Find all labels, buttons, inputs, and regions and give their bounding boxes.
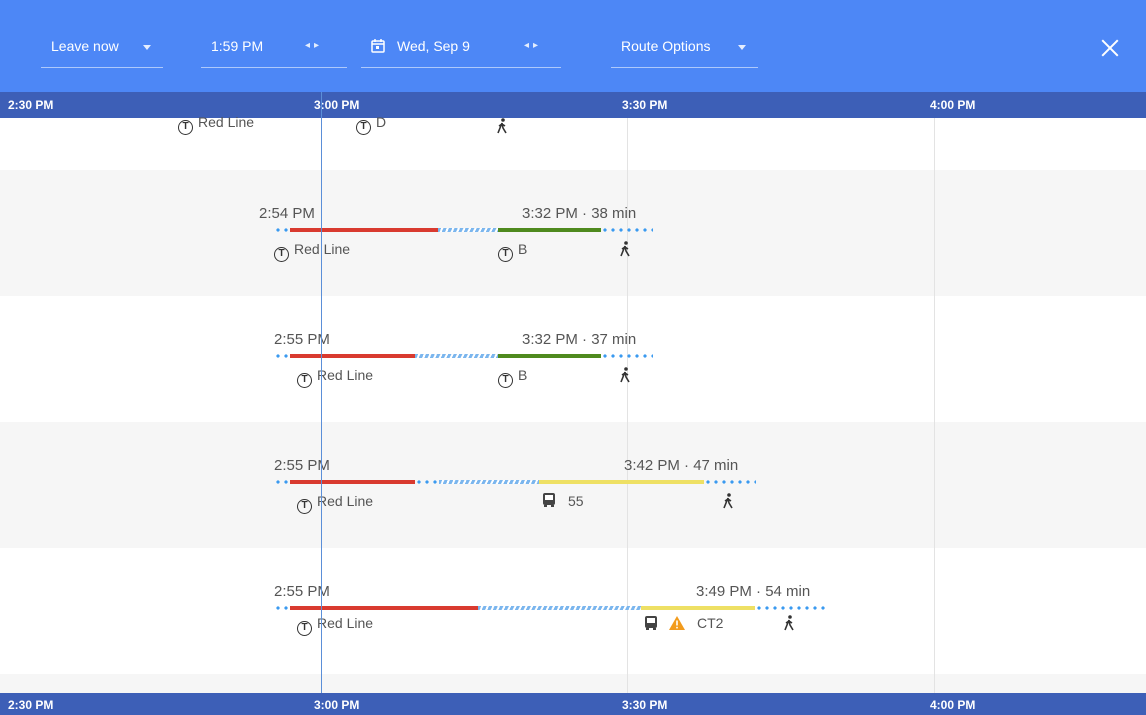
tick-label: 2:30 PM	[8, 98, 54, 112]
time-picker[interactable]: 1:59 PM ◂▸	[201, 34, 347, 68]
line-label: T Red Line	[274, 241, 350, 262]
current-time-line	[321, 92, 322, 715]
arrival-summary: 3:42 PM · 47 min	[624, 457, 739, 474]
walk-icon	[723, 493, 733, 509]
route-row[interactable]	[0, 170, 1146, 296]
tick-label: 2:30 PM	[8, 698, 54, 712]
dropdown-arrow-icon	[143, 45, 151, 50]
bus-icon	[543, 493, 555, 507]
tick-label: 3:30 PM	[622, 98, 668, 112]
date-value: Wed, Sep 9	[397, 38, 470, 54]
date-picker[interactable]: Wed, Sep 9 ◂▸	[361, 34, 561, 68]
red-line-segment	[290, 354, 415, 358]
route-row[interactable]	[0, 118, 1146, 170]
red-line-segment	[290, 228, 438, 232]
route-row[interactable]	[0, 422, 1146, 548]
line-label: T Red Line	[178, 114, 254, 135]
arrival-summary: 3:32 PM · 37 min	[522, 331, 637, 348]
date-prev-next-icon[interactable]: ◂▸	[524, 40, 542, 51]
line-label: T Red Line	[297, 615, 373, 636]
route-row[interactable]	[0, 548, 1146, 674]
top-bar: Leave now 1:59 PM ◂▸ Wed, Sep 9 ◂▸ Route…	[0, 0, 1146, 92]
tick-label: 3:00 PM	[314, 698, 360, 712]
line-label: TB	[498, 241, 527, 262]
route-row[interactable]	[0, 296, 1146, 422]
t-transit-icon: T	[498, 247, 513, 262]
walk-icon	[620, 241, 630, 257]
walk-segment	[274, 606, 290, 610]
walk-icon	[497, 118, 507, 134]
green-line-segment	[498, 354, 601, 358]
time-value: 1:59 PM	[211, 38, 264, 54]
tick-label: 3:30 PM	[622, 698, 668, 712]
transfer-segment	[439, 480, 539, 484]
walk-icon	[784, 615, 794, 631]
line-label: TD	[356, 114, 386, 135]
walk-segment	[704, 480, 756, 484]
time-prev-next-icon[interactable]: ◂▸	[305, 40, 323, 51]
bus-route-label: CT2	[697, 615, 724, 631]
route-row	[0, 674, 1146, 693]
timeline-footer: 2:30 PM 3:00 PM 3:30 PM 4:00 PM	[0, 693, 1146, 715]
transfer-segment	[478, 606, 641, 610]
arrival-summary: 3:32 PM · 38 min	[522, 205, 637, 222]
t-transit-icon: T	[178, 120, 193, 135]
t-transit-icon: T	[297, 373, 312, 388]
warning-icon[interactable]	[668, 615, 686, 631]
line-label: T Red Line	[297, 367, 373, 388]
timeline-header: 2:30 PM 3:00 PM 3:30 PM 4:00 PM	[0, 92, 1146, 118]
dropdown-arrow-icon	[738, 45, 746, 50]
tick-label: 4:00 PM	[930, 98, 976, 112]
walk-segment	[274, 354, 290, 358]
bus-route-label: 55	[568, 493, 584, 509]
arrival-summary: 3:49 PM · 54 min	[696, 583, 811, 600]
bus-segment	[641, 606, 755, 610]
depart-time: 2:54 PM	[259, 205, 315, 222]
line-label: TB	[498, 367, 527, 388]
bus-segment	[539, 480, 704, 484]
route-options-label: Route Options	[621, 38, 711, 54]
t-transit-icon: T	[356, 120, 371, 135]
transfer-segment	[438, 228, 498, 232]
tick-label: 4:00 PM	[930, 698, 976, 712]
green-line-segment	[498, 228, 601, 232]
walk-icon	[620, 367, 630, 383]
red-line-segment	[290, 606, 478, 610]
calendar-icon	[371, 39, 385, 53]
grid-line	[934, 118, 935, 693]
t-transit-icon: T	[274, 247, 289, 262]
t-transit-icon: T	[297, 621, 312, 636]
walk-segment	[415, 480, 439, 484]
close-icon[interactable]	[1098, 36, 1122, 60]
walk-segment	[601, 228, 653, 232]
leave-now-label: Leave now	[51, 38, 119, 54]
walk-segment	[274, 480, 290, 484]
walk-segment	[274, 228, 290, 232]
line-label: T Red Line	[297, 493, 373, 514]
walk-segment	[601, 354, 653, 358]
walk-segment	[755, 606, 827, 610]
t-transit-icon: T	[498, 373, 513, 388]
bus-icon	[645, 616, 657, 630]
leave-now-dropdown[interactable]: Leave now	[41, 34, 163, 68]
t-transit-icon: T	[297, 499, 312, 514]
route-options-dropdown[interactable]: Route Options	[611, 34, 758, 68]
red-line-segment	[290, 480, 415, 484]
transfer-segment	[415, 354, 498, 358]
